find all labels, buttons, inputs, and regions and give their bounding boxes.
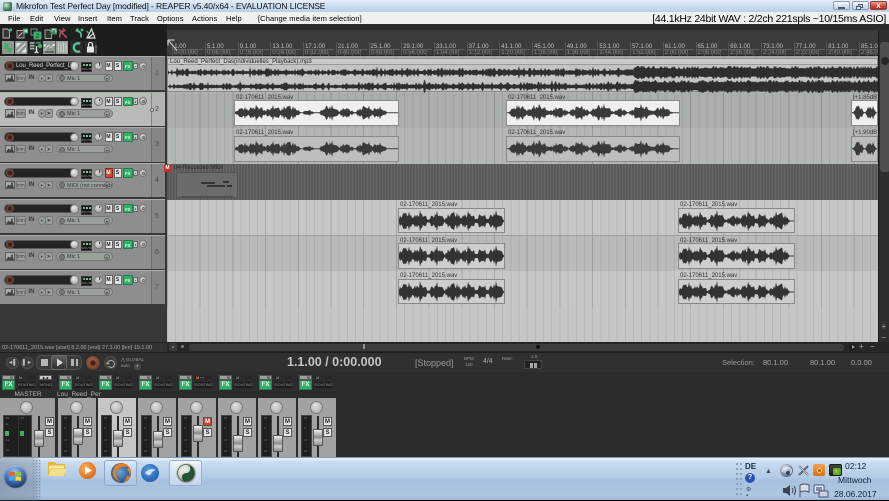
- svg-text:2: 2: [36, 33, 40, 40]
- svg-text:MODE: MODE: [94, 45, 98, 54]
